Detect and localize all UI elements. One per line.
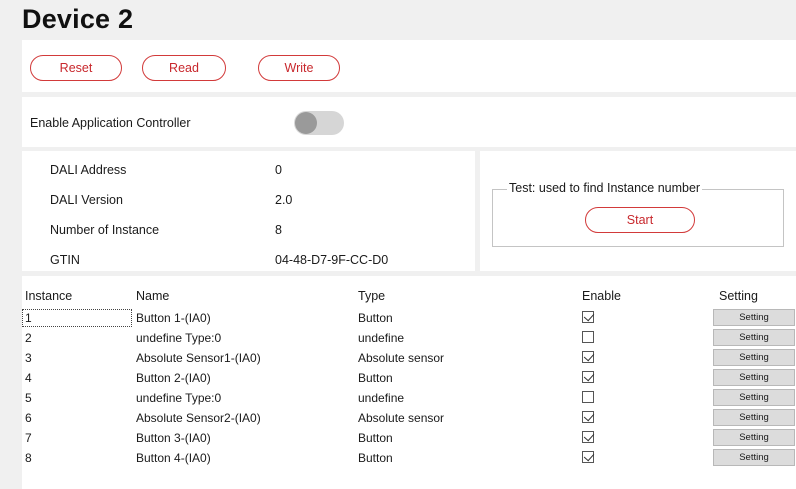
action-bar: Reset Read Write (22, 40, 796, 92)
type-cell: Button (358, 451, 393, 465)
setting-button[interactable]: Setting (713, 389, 795, 406)
setting-button[interactable]: Setting (713, 429, 795, 446)
write-button[interactable]: Write (258, 55, 340, 81)
test-groupbox: Test: used to find Instance number Start (492, 181, 784, 247)
header-name: Name (136, 289, 170, 303)
instance-cell: 7 (25, 431, 32, 445)
name-cell: undefine Type:0 (136, 391, 222, 405)
setting-button[interactable]: Setting (713, 409, 795, 426)
setting-button[interactable]: Setting (713, 329, 795, 346)
setting-button[interactable]: Setting (713, 309, 795, 326)
device-info-panel: DALI Address 0 DALI Version 2.0 Number o… (22, 151, 475, 271)
enable-checkbox[interactable] (582, 331, 594, 343)
instance-count-label: Number of Instance (50, 223, 160, 237)
checkmark-icon (583, 430, 595, 442)
checkmark-icon (583, 350, 595, 362)
gtin-label: GTIN (50, 253, 80, 267)
reset-button[interactable]: Reset (30, 55, 122, 81)
setting-button[interactable]: Setting (713, 449, 795, 466)
toggle-knob (295, 112, 317, 134)
name-cell: Button 4-(IA0) (136, 451, 211, 465)
name-cell: Button 3-(IA0) (136, 431, 211, 445)
instance-count-value: 8 (275, 223, 282, 237)
test-panel: Test: used to find Instance number Start (480, 151, 796, 271)
table-row[interactable]: 4 Button 2-(IA0) Button Setting (22, 368, 796, 388)
checkmark-icon (583, 370, 595, 382)
type-cell: Button (358, 311, 393, 325)
name-cell: undefine Type:0 (136, 331, 222, 345)
focus-rectangle (22, 309, 132, 327)
table-row[interactable]: 7 Button 3-(IA0) Button Setting (22, 428, 796, 448)
setting-button[interactable]: Setting (713, 369, 795, 386)
name-cell: Absolute Sensor2-(IA0) (136, 411, 261, 425)
read-button[interactable]: Read (142, 55, 226, 81)
header-instance: Instance (25, 289, 73, 303)
gtin-value: 04-48-D7-9F-CC-D0 (275, 253, 389, 267)
table-row[interactable]: 3 Absolute Sensor1-(IA0) Absolute sensor Se… (22, 348, 796, 368)
enable-checkbox[interactable] (582, 310, 595, 323)
dali-version-label: DALI Version (50, 193, 123, 207)
instance-cell: 1 (25, 311, 32, 325)
type-cell: Button (358, 431, 393, 445)
table-row[interactable]: 6 Absolute Sensor2-(IA0) Absolute sensor Se… (22, 408, 796, 428)
type-cell: Button (358, 371, 393, 385)
instance-cell: 6 (25, 411, 32, 425)
table-row[interactable]: 2 undefine Type:0 undefine Setting (22, 328, 796, 348)
checkmark-icon (583, 310, 595, 322)
type-cell: undefine (358, 331, 405, 345)
header-setting: Setting (719, 289, 758, 303)
type-cell: undefine (358, 391, 405, 405)
enable-checkbox[interactable] (582, 410, 595, 423)
name-cell: Absolute Sensor1-(IA0) (136, 351, 261, 365)
header-type: Type (358, 289, 386, 303)
test-group-title: Test: used to find Instance number (507, 181, 703, 195)
instance-cell: 8 (25, 451, 32, 465)
name-cell: Button 2-(IA0) (136, 371, 211, 385)
enable-checkbox[interactable] (582, 350, 595, 363)
instance-cell: 5 (25, 391, 32, 405)
table-row[interactable]: 1 Button 1-(IA0) Button Setting (22, 308, 796, 328)
table-row[interactable]: 5 undefine Type:0 undefine Setting (22, 388, 796, 408)
enable-checkbox[interactable] (582, 430, 595, 443)
name-cell: Button 1-(IA0) (136, 311, 211, 325)
dali-version-value: 2.0 (275, 193, 293, 207)
app-controller-toggle[interactable] (294, 111, 344, 135)
setting-button[interactable]: Setting (713, 349, 795, 366)
page-title: Device 2 (22, 4, 134, 34)
instance-cell: 3 (25, 351, 32, 365)
start-button[interactable]: Start (585, 207, 695, 233)
app-controller-panel: Enable Application Controller (22, 97, 796, 147)
instance-table: Instance Name Type Enable Setting 1 Butto… (22, 276, 796, 489)
enable-checkbox[interactable] (582, 391, 594, 403)
dali-address-value: 0 (275, 163, 282, 177)
type-cell: Absolute sensor (358, 351, 445, 365)
table-row[interactable]: 8 Button 4-(IA0) Button Setting (22, 448, 796, 468)
checkmark-icon (583, 410, 595, 422)
instance-cell: 2 (25, 331, 32, 345)
dali-address-label: DALI Address (50, 163, 127, 177)
app-controller-label: Enable Application Controller (30, 116, 191, 130)
checkmark-icon (583, 450, 595, 462)
enable-checkbox[interactable] (582, 450, 595, 463)
enable-checkbox[interactable] (582, 370, 595, 383)
type-cell: Absolute sensor (358, 411, 445, 425)
header-enable: Enable (582, 289, 621, 303)
instance-cell: 4 (25, 371, 32, 385)
